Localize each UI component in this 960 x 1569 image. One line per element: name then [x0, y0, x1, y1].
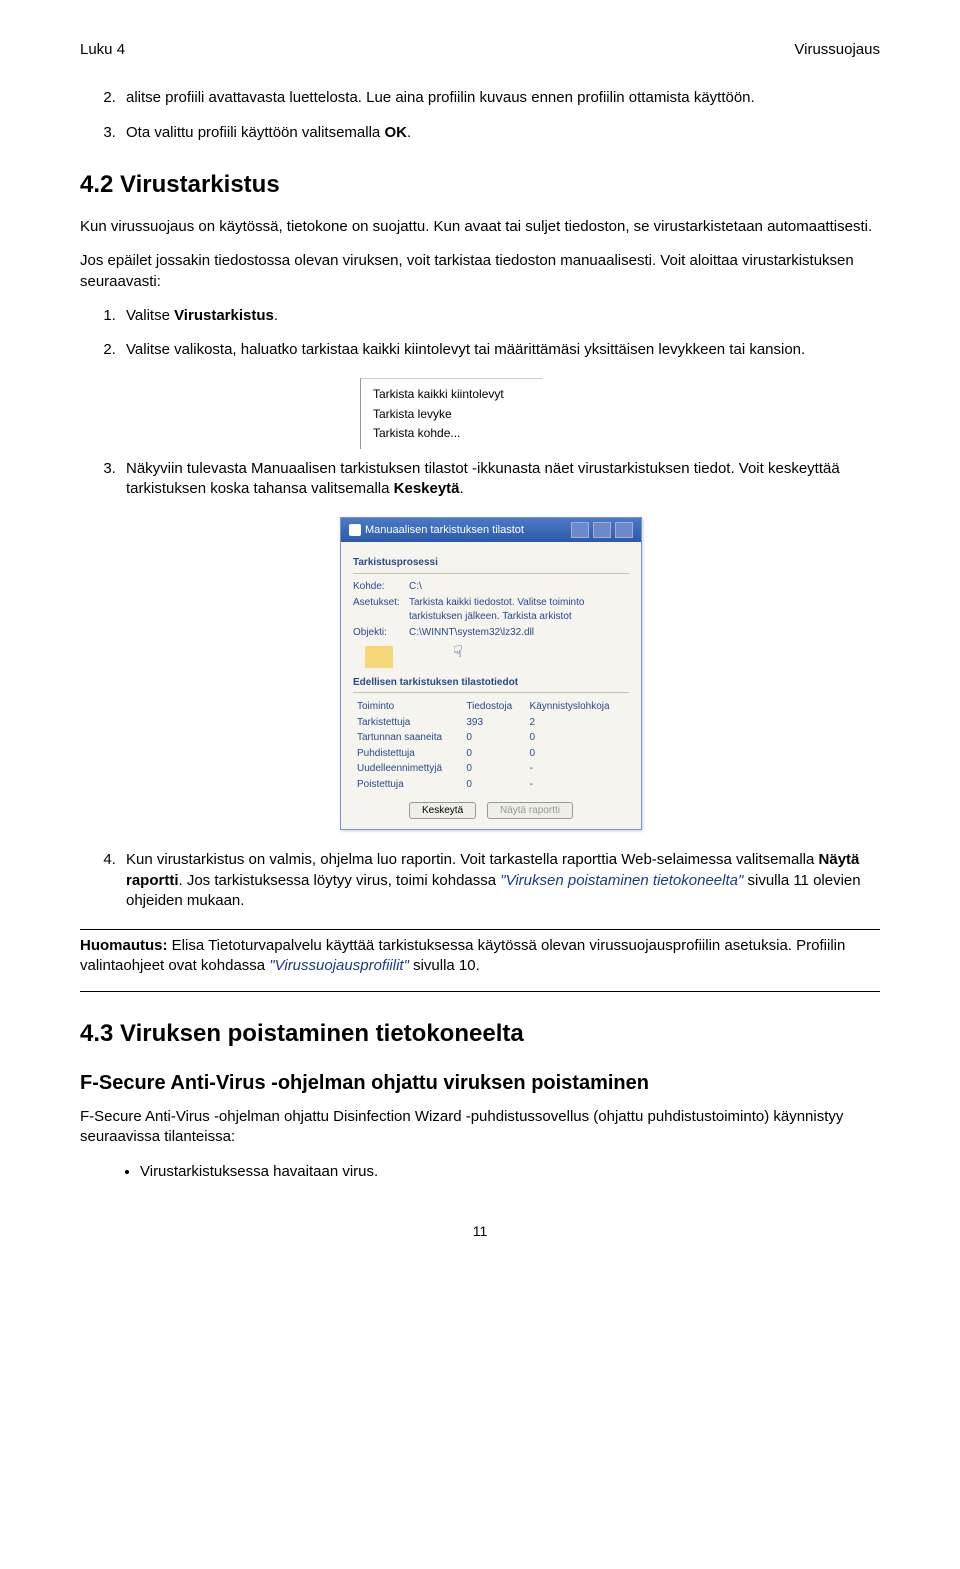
section-previous-stats: Edellisen tarkistuksen tilastotiedot — [353, 676, 629, 694]
th-bootblocks: Käynnistyslohkoja — [526, 699, 629, 715]
label-settings: Asetukset: — [353, 596, 403, 623]
bullet-list: Virustarkistuksessa havaitaan virus. — [120, 1162, 880, 1182]
app-icon — [349, 524, 361, 536]
heading-4-3: 4.3 Viruksen poistaminen tietokoneelta — [80, 1018, 880, 1050]
th-files: Tiedostoja — [462, 699, 525, 715]
label-target: Kohde: — [353, 580, 403, 594]
page-number: 11 — [80, 1222, 880, 1241]
link-remove-virus: "Viruksen poistaminen tietokoneelta" — [500, 872, 743, 889]
stats-table: Toiminto Tiedostoja Käynnistyslohkoja Ta… — [353, 699, 629, 792]
steps-list-continued: Näkyviin tulevasta Manuaalisen tarkistuk… — [80, 459, 880, 500]
dialog-title-text: Manuaalisen tarkistuksen tilastot — [365, 523, 524, 538]
dialog-titlebar: Manuaalisen tarkistuksen tilastot — [341, 518, 641, 542]
step-4: Kun virustarkistus on valmis, ohjelma lu… — [120, 850, 880, 911]
paragraph-intro-2: Jos epäilet jossakin tiedostossa olevan … — [80, 251, 880, 292]
bullet-item-1: Virustarkistuksessa havaitaan virus. — [140, 1162, 880, 1182]
cancel-button[interactable]: Keskeytä — [409, 802, 476, 819]
step-2: Valitse valikosta, haluatko tarkistaa ka… — [120, 340, 880, 360]
step-3: Näkyviin tulevasta Manuaalisen tarkistuk… — [120, 459, 880, 500]
paragraph-intro-1: Kun virussuojaus on käytössä, tietokone … — [80, 217, 880, 237]
header-chapter: Luku 4 — [80, 40, 125, 60]
paragraph-wizard: F-Secure Anti-Virus -ohjelman ohjattu Di… — [80, 1107, 880, 1148]
intro-item-2: alitse profiili avattavasta luettelosta.… — [120, 88, 880, 108]
step-1: Valitse Virustarkistus. — [120, 306, 880, 326]
scan-stats-dialog-screenshot: Manuaalisen tarkistuksen tilastot Tarkis… — [340, 517, 642, 830]
note-box: Huomautus: Elisa Tietoturvapalvelu käytt… — [80, 929, 880, 992]
minimize-icon — [571, 522, 589, 538]
note-label: Huomautus: — [80, 937, 168, 954]
steps-list: Valitse Virustarkistus. Valitse valikost… — [80, 306, 880, 361]
maximize-icon — [593, 522, 611, 538]
header-section: Virussuojaus — [794, 40, 880, 60]
intro-item-3: Ota valittu profiili käyttöön valitsemal… — [120, 123, 880, 143]
value-settings: Tarkista kaikki tiedostot. Valitse toimi… — [409, 596, 629, 623]
close-icon — [615, 522, 633, 538]
menu-option-floppy: Tarkista levyke — [373, 405, 543, 424]
context-menu-screenshot: Tarkista kaikki kiintolevyt Tarkista lev… — [360, 378, 543, 449]
steps-list-continued-2: Kun virustarkistus on valmis, ohjelma lu… — [80, 850, 880, 911]
folder-icon — [365, 646, 393, 668]
menu-option-target: Tarkista kohde... — [373, 424, 543, 443]
progress-row: ☟ — [365, 646, 629, 668]
label-object: Objekti: — [353, 626, 403, 640]
value-target: C:\ — [409, 580, 629, 594]
heading-4-2: 4.2 Virustarkistus — [80, 169, 880, 201]
heading-fsecure-wizard: F-Secure Anti-Virus -ohjelman ohjattu vi… — [80, 1070, 880, 1097]
page-header: Luku 4 Virussuojaus — [80, 40, 880, 60]
menu-option-all-drives: Tarkista kaikki kiintolevyt — [373, 385, 543, 404]
link-virus-profiles: "Virussuojausprofiilit" — [269, 957, 409, 974]
value-object: C:\WINNT\system32\lz32.dll — [409, 626, 629, 640]
intro-list: alitse profiili avattavasta luettelosta.… — [80, 88, 880, 143]
show-report-button[interactable]: Näytä raportti — [487, 802, 573, 819]
hand-cursor-icon: ☟ — [453, 642, 463, 664]
section-scan-process: Tarkistusprosessi — [353, 556, 629, 574]
th-action: Toiminto — [353, 699, 462, 715]
